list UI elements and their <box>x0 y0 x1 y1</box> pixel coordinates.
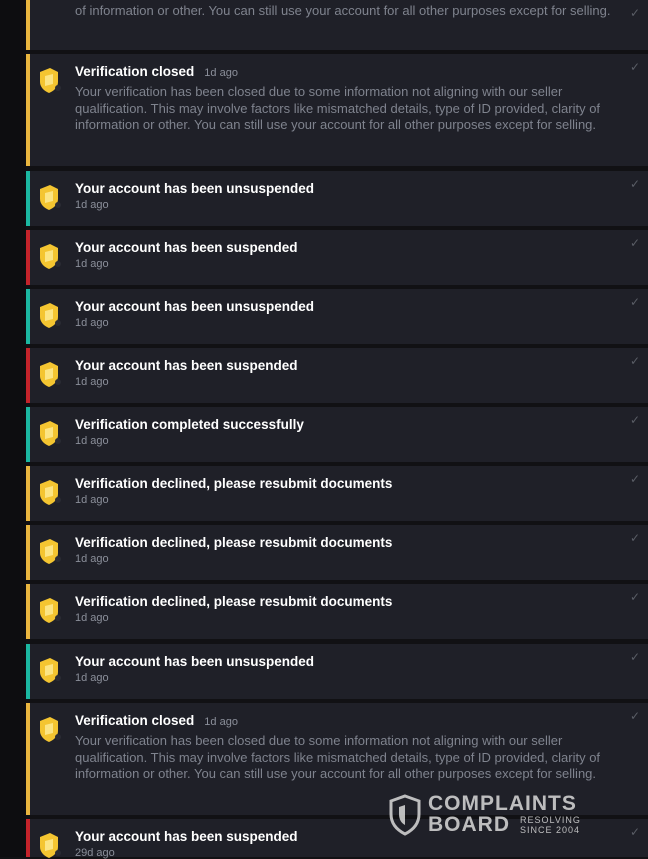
shield-badge-icon <box>40 480 61 505</box>
notification-title: Verification completed successfully <box>75 417 304 432</box>
status-stripe <box>26 703 30 815</box>
shield-badge-icon <box>40 539 61 564</box>
notification-item[interactable]: Your account has been suspended 1d ago ✓ <box>26 230 648 285</box>
shield-badge-icon <box>40 244 61 269</box>
notification-title: Verification declined, please resubmit d… <box>75 476 393 491</box>
left-sidebar-strip <box>0 0 26 857</box>
status-stripe <box>26 54 30 166</box>
check-icon[interactable]: ✓ <box>630 531 640 545</box>
watermark-tag1: RESOLVING <box>520 815 581 825</box>
status-stripe <box>26 525 30 580</box>
shield-badge-icon <box>40 421 61 446</box>
shield-badge-icon <box>40 598 61 623</box>
notification-title: Verification declined, please resubmit d… <box>75 535 393 550</box>
notification-time: 1d ago <box>75 612 109 624</box>
watermark-tagline: RESOLVING SINCE 2004 <box>520 815 581 835</box>
notification-item[interactable]: Verification closed 1d ago Your verificat… <box>26 54 648 166</box>
shield-badge-icon <box>40 185 61 210</box>
check-icon[interactable]: ✓ <box>630 6 640 20</box>
check-icon[interactable]: ✓ <box>630 60 640 74</box>
status-stripe <box>26 348 30 403</box>
shield-badge-icon <box>40 833 61 858</box>
check-icon[interactable]: ✓ <box>630 590 640 604</box>
check-icon[interactable]: ✓ <box>630 177 640 191</box>
notification-title: Your account has been unsuspended <box>75 181 315 196</box>
shield-logo-icon <box>389 794 421 836</box>
notification-item[interactable]: Verification completed successfully 1d a… <box>26 407 648 462</box>
title-text: Verification closed <box>75 64 195 79</box>
notification-item[interactable]: Your account has been unsuspended 1d ago… <box>26 171 648 226</box>
notification-title: Your account has been suspended <box>75 829 298 844</box>
notification-time: 1d ago <box>75 376 109 388</box>
watermark-line2: BOARD <box>428 813 510 836</box>
shield-badge-icon <box>40 658 61 683</box>
status-stripe <box>26 230 30 285</box>
status-stripe <box>26 407 30 462</box>
notification-item[interactable]: Verification declined, please resubmit d… <box>26 525 648 580</box>
notification-time: 1d ago <box>204 67 238 79</box>
notification-item[interactable]: of information or other. You can still u… <box>26 0 648 50</box>
notification-title: Verification closed 1d ago <box>75 64 238 79</box>
notification-time: 1d ago <box>75 258 109 270</box>
shield-badge-icon <box>40 68 61 93</box>
notification-item[interactable]: Your account has been suspended 1d ago ✓ <box>26 348 648 403</box>
check-icon[interactable]: ✓ <box>630 709 640 723</box>
watermark-tag2: SINCE 2004 <box>520 825 581 835</box>
notification-time: 29d ago <box>75 847 115 859</box>
check-icon[interactable]: ✓ <box>630 354 640 368</box>
check-icon[interactable]: ✓ <box>630 650 640 664</box>
notification-time: 1d ago <box>75 494 109 506</box>
status-stripe <box>26 171 30 226</box>
notification-item[interactable]: Your account has been unsuspended 1d ago… <box>26 644 648 699</box>
status-stripe <box>26 644 30 699</box>
notification-time: 1d ago <box>75 553 109 565</box>
title-text: Verification closed <box>75 713 195 728</box>
notification-time: 1d ago <box>75 199 109 211</box>
notification-body: Your verification has been closed due to… <box>75 733 601 781</box>
check-icon[interactable]: ✓ <box>630 472 640 486</box>
notification-time: 1d ago <box>204 716 238 728</box>
notification-time: 1d ago <box>75 435 109 447</box>
notification-item[interactable]: Your account has been unsuspended 1d ago… <box>26 289 648 344</box>
notification-title: Your account has been suspended <box>75 240 298 255</box>
notification-item[interactable]: Verification declined, please resubmit d… <box>26 466 648 521</box>
notification-title: Verification declined, please resubmit d… <box>75 594 393 609</box>
shield-badge-icon <box>40 303 61 328</box>
status-stripe <box>26 0 30 50</box>
status-stripe <box>26 466 30 521</box>
check-icon[interactable]: ✓ <box>630 236 640 250</box>
check-icon[interactable]: ✓ <box>630 295 640 309</box>
notification-body: Your verification has been closed due to… <box>75 84 601 132</box>
notification-body: of information or other. You can still u… <box>75 3 611 18</box>
notification-title: Your account has been suspended <box>75 358 298 373</box>
complaints-board-watermark: COMPLAINTS BOARD RESOLVING SINCE 2004 <box>388 792 604 840</box>
check-icon[interactable]: ✓ <box>630 825 640 839</box>
notification-title: Your account has been unsuspended <box>75 654 315 669</box>
status-stripe <box>26 819 30 857</box>
notification-time: 1d ago <box>75 672 109 684</box>
check-icon[interactable]: ✓ <box>630 413 640 427</box>
notification-title: Verification closed 1d ago <box>75 713 238 728</box>
status-stripe <box>26 584 30 639</box>
shield-badge-icon <box>40 362 61 387</box>
shield-badge-icon <box>40 717 61 742</box>
notification-time: 1d ago <box>75 317 109 329</box>
notification-item[interactable]: Verification declined, please resubmit d… <box>26 584 648 639</box>
status-stripe <box>26 289 30 344</box>
notification-title: Your account has been unsuspended <box>75 299 315 314</box>
